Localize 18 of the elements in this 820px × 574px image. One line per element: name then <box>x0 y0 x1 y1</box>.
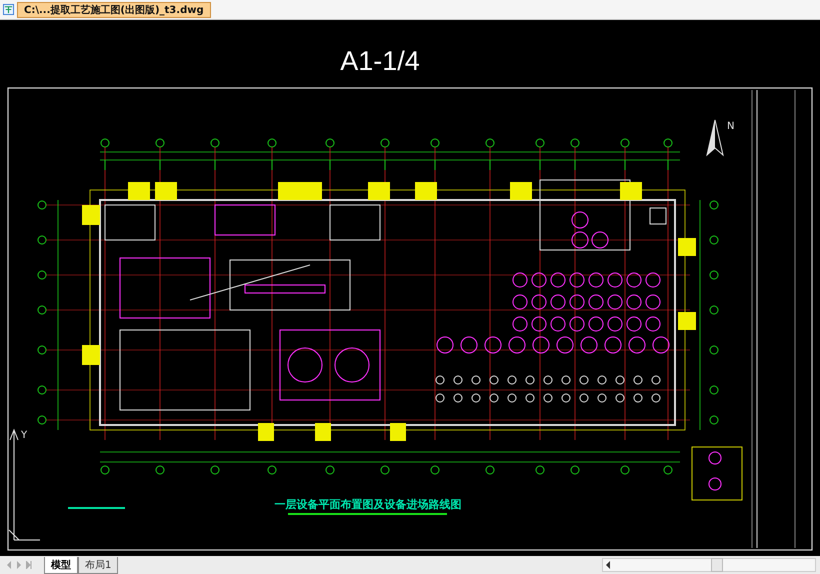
horizontal-scrollbar[interactable] <box>602 558 816 572</box>
sheet-label: A1-1/4 <box>340 46 420 76</box>
ucs-axis-icon <box>8 428 40 540</box>
north-arrow-icon <box>706 120 724 156</box>
layout-tab[interactable]: 模型 <box>44 556 78 574</box>
scroll-thumb[interactable] <box>711 558 723 572</box>
layout-tab[interactable]: 布局1 <box>78 556 118 574</box>
plan-title: 一层设备平面布置图及设备进场路线图 <box>274 498 462 511</box>
drawing-file-icon <box>3 4 14 15</box>
file-tab[interactable]: C:\...提取工艺施工图(出图版)_t3.dwg <box>17 2 211 18</box>
next-tab-icon[interactable] <box>16 561 22 569</box>
north-label: N <box>727 121 734 132</box>
scale-bar <box>68 507 125 509</box>
scroll-left-icon[interactable] <box>605 561 611 569</box>
first-tab-icon[interactable] <box>6 561 12 569</box>
ucs-label: Y <box>21 430 28 441</box>
detail-inset-drawing <box>692 446 742 500</box>
last-tab-icon[interactable] <box>26 561 32 569</box>
